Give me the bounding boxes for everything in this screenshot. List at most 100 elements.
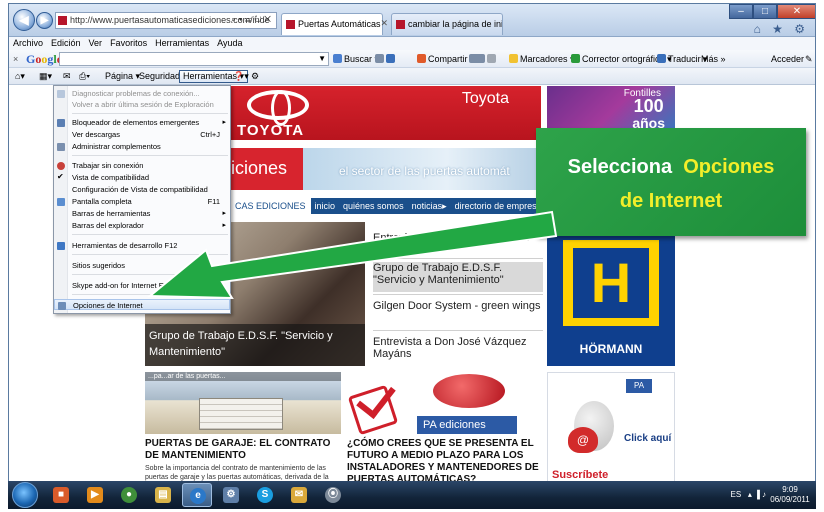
feeds-icon[interactable]: ▦▾ [39, 68, 52, 85]
menu-ver[interactable]: Ver [85, 37, 107, 50]
close-window-button[interactable]: ✕ [777, 4, 815, 19]
search-icon [333, 54, 342, 63]
taskbar-app-chrome[interactable]: ● [114, 483, 144, 507]
survey-photo[interactable]: PA ediciones [347, 372, 543, 436]
menu-archivo[interactable]: Archivo [9, 37, 47, 50]
menu-item-sitios-sugeridos[interactable]: Sitios sugeridos [54, 260, 230, 271]
toyota-logo-word: TOYOTA [237, 122, 305, 139]
taskbar-app-media[interactable]: ▶ [80, 483, 110, 507]
menu-edicion[interactable]: Edición [47, 37, 85, 50]
check-icon: ✔ [57, 172, 64, 181]
news-item[interactable]: Entrevista a Don José Vázquez Mayáns [373, 336, 543, 362]
menu-item-opciones-internet[interactable]: Opciones de Internet [54, 299, 230, 310]
taskbar-app-mail[interactable]: ✉ [284, 483, 314, 507]
print-icon[interactable]: ⎙▾ [79, 68, 90, 85]
help-button[interactable]: ❓▾ [233, 68, 249, 85]
submenu-arrow-icon: ▸ [222, 119, 226, 126]
mail-icon[interactable]: ✉ [63, 68, 71, 85]
instruction-callout: Selecciona Opciones de Internet [536, 128, 806, 236]
share-icon [417, 54, 426, 63]
site-nav-brand[interactable]: CAS EDICIONES [223, 198, 311, 214]
garage-photo-label: ...pa...ar de las puertas... [145, 372, 341, 381]
research-icon[interactable]: ⚙ [251, 68, 259, 85]
taskbar-app-8[interactable]: ⦿ [318, 483, 348, 507]
submenu-arrow-icon: ▸ [222, 222, 226, 229]
news-divider [373, 258, 543, 259]
menu-item-trabajar-sin-conexion[interactable]: Trabajar sin conexión [54, 160, 230, 171]
taskbar-app-1[interactable]: ■ [46, 483, 76, 507]
taskbar-app-5[interactable]: ⚙ [216, 483, 246, 507]
article-title-garage[interactable]: PUERTAS DE GARAJE: EL CONTRATO DE MANTEN… [145, 438, 341, 462]
buscar-button[interactable]: Buscar ▾ [333, 50, 379, 68]
menu-item-volver-a-abrir[interactable]: Volver a abrir última sesión de Explorac… [54, 99, 230, 110]
toolbar-icons[interactable] [375, 50, 397, 68]
marcadores-button[interactable]: Marcadores ▾ [509, 50, 575, 68]
home-favorites-tools-icons[interactable]: ⌂ ★ ⚙ [754, 22, 809, 36]
menu-item-diagnosticar[interactable]: Diagnosticar problemas de conexión... [54, 88, 230, 99]
mail-icon: ✉ [291, 487, 307, 503]
google-search-input[interactable]: ▼ [59, 52, 329, 66]
language-indicator[interactable]: ES [731, 490, 742, 499]
site-nav-noticias[interactable]: noticias▸ [408, 198, 451, 214]
taskbar-app-skype[interactable]: S [250, 483, 280, 507]
mas-button[interactable]: Más » [701, 50, 726, 68]
maximize-button[interactable]: □ [753, 4, 777, 19]
mail-icon [487, 54, 496, 63]
menu-item-ver-descargas[interactable]: Ver descargas Ctrl+J [54, 129, 230, 140]
buscar-label: Buscar ▾ [344, 54, 380, 64]
site-nav-quienes-somos[interactable]: quiénes somos [339, 198, 408, 214]
tray-icons[interactable]: ▴ ▐ ♪ [748, 490, 766, 499]
news-divider [373, 294, 543, 295]
pa-ediciones-banner[interactable]: iciones [223, 148, 303, 190]
menu-item-herramientas-desarrollo[interactable]: Herramientas de desarrollo F12 [54, 240, 230, 251]
menu-herramientas[interactable]: Herramientas [151, 37, 213, 50]
addons-icon [57, 143, 65, 151]
address-controls[interactable]: ⌕ ▾ ☰ ↻ ✕ [231, 12, 271, 27]
tab-puertas-automaticas[interactable]: Puertas Automáticas - Puer... [281, 13, 383, 35]
news-item[interactable]: Grupo de Trabajo E.D.S.F. "Servicio y Ma… [373, 262, 543, 292]
forward-button[interactable]: ▶ [36, 12, 53, 29]
start-button[interactable] [12, 482, 38, 508]
menu-item-administrar-complementos[interactable]: Administrar complementos [54, 141, 230, 152]
news-item[interactable]: Gilgen Door System - green wings [373, 300, 543, 326]
back-button[interactable]: ◀ [13, 9, 35, 31]
folder-icon: ▤ [155, 487, 171, 503]
toolbar-icons-2[interactable] [469, 50, 498, 68]
menu-item-label: Ver descargas [72, 130, 120, 139]
close-toolbar-icon[interactable]: × [13, 50, 18, 68]
menu-item-barras-herramientas[interactable]: Barras de herramientas ▸ [54, 208, 230, 219]
sector-banner: el sector de las puertas automát [303, 148, 543, 190]
menu-shortcut: Ctrl+J [200, 130, 220, 139]
pagina-button[interactable]: Página ▾ [105, 68, 140, 85]
tab-cambiar-pagina-inicio[interactable]: cambiar la página de inicio de ... [391, 13, 503, 35]
site-nav-inicio[interactable]: inicio [311, 198, 340, 214]
toyota-banner[interactable]: TOYOTA Toyota [223, 86, 541, 140]
tab-close-button[interactable]: ✕ [377, 13, 391, 35]
menu-item-barras-explorador[interactable]: Barras del explorador ▸ [54, 220, 230, 231]
subscribe-ad[interactable]: PA @ Click aquí Suscríbete [547, 372, 675, 484]
garage-door-photo[interactable]: ...pa...ar de las puertas... [145, 372, 341, 434]
menu-separator [72, 274, 228, 275]
menu-ayuda[interactable]: Ayuda [213, 37, 246, 50]
menu-favoritos[interactable]: Favoritos [106, 37, 151, 50]
menu-bar: Archivo Edición Ver Favoritos Herramientas Ay… [9, 37, 815, 50]
minimize-button[interactable]: – [729, 4, 753, 19]
taskbar-app-ie[interactable]: e [182, 483, 212, 507]
article-title-future[interactable]: ¿CÓMO CREES QUE SE PRESENTA EL FUTURO A … [347, 438, 543, 484]
taskbar-app-explorer[interactable]: ▤ [148, 483, 178, 507]
menu-item-label: Barras de herramientas [72, 209, 151, 218]
clock[interactable]: 9:09 06/09/2011 [768, 485, 812, 505]
home-icon[interactable]: ⌂▾ [15, 68, 25, 85]
pa-ediciones-logo: PA ediciones [417, 416, 517, 434]
acceder-button[interactable]: Acceder [771, 50, 804, 68]
hormann-banner[interactable]: H HÖRMANN [547, 222, 675, 366]
wrench-icon[interactable]: ✎ [805, 50, 813, 68]
internet-options-icon [58, 302, 66, 310]
menu-item-config-compatibilidad[interactable]: Configuración de Vista de compatibilidad [54, 184, 230, 195]
compartir-button[interactable]: Compartir ▾ [417, 50, 475, 68]
menu-item-vista-compatibilidad[interactable]: ✔ Vista de compatibilidad [54, 172, 230, 183]
news-item[interactable]: Entrevista a Mr. Jan Dr... presi... [373, 232, 543, 254]
menu-item-bloqueador[interactable]: Bloqueador de elementos emergentes ▸ [54, 117, 230, 128]
menu-item-skype-addon[interactable]: Skype add-on for Internet Explorer [54, 280, 230, 291]
menu-item-pantalla-completa[interactable]: Pantalla completa F11 [54, 196, 230, 207]
